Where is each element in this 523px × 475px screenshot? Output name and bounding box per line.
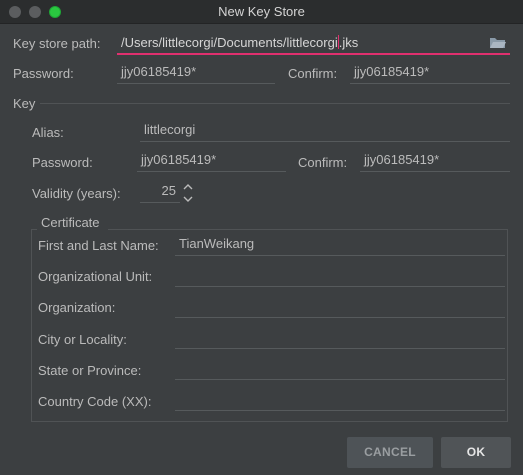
keystore-path-text-after-caret: .jks [338,35,359,50]
certificate-frame-top-right [108,229,508,230]
country-code-label: Country Code (XX): [38,394,152,409]
alias-input[interactable]: littlecorgi [140,120,510,142]
state-input[interactable] [175,358,505,380]
org-unit-label: Organizational Unit: [38,269,153,284]
organization-label: Organization: [38,300,116,315]
name-label: First and Last Name: [38,238,159,253]
organization-input[interactable] [175,296,505,318]
city-label: City or Locality: [38,332,127,347]
org-unit-input[interactable] [175,265,505,287]
certificate-section-title: Certificate [41,215,100,230]
window-title: New Key Store [218,4,305,19]
alias-label: Alias: [32,125,64,140]
key-password-label: Password: [32,155,93,170]
key-password-input[interactable]: jjy06185419* [137,150,286,172]
key-confirm-input[interactable]: jjy06185419* [360,150,510,172]
name-input[interactable]: TianWeikang [175,234,505,256]
state-label: State or Province: [38,363,142,378]
title-bar: New Key Store [0,0,523,24]
key-section-title: Key [13,96,36,111]
key-section-divider [40,103,510,104]
certificate-frame-top-left [31,229,37,230]
key-confirm-label: Confirm: [298,155,348,170]
keystore-path-label: Key store path: [13,36,101,51]
keystore-confirm-label: Confirm: [288,66,338,81]
keystore-path-input[interactable]: /Users/littlecorgi/Documents/littlecorgi… [117,33,510,55]
keystore-password-input[interactable]: jjy06185419* [117,62,275,84]
city-input[interactable] [175,327,505,349]
folder-icon[interactable] [489,36,506,49]
validity-label: Validity (years): [32,186,121,201]
up-down-chevron-icon[interactable] [181,181,195,205]
keystore-password-label: Password: [13,66,74,81]
ok-button[interactable]: OK [441,437,511,468]
keystore-confirm-input[interactable]: jjy06185419* [350,62,510,84]
cancel-button[interactable]: CANCEL [347,437,433,468]
country-code-input[interactable] [175,389,505,411]
keystore-path-text-before-caret: /Users/littlecorgi/Documents/littlecorgi [121,35,338,50]
validity-input[interactable]: 25 [140,181,180,203]
